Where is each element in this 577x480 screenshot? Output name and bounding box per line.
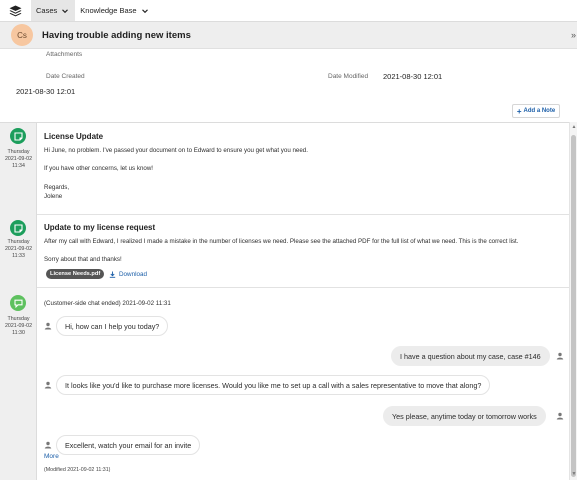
entry-date-value: 2021-09-02 [4, 323, 33, 330]
add-note-button[interactable]: + Add a Note [512, 104, 560, 118]
entry-time: 11:30 [12, 330, 25, 337]
entry-date-value: 2021-09-02 [4, 246, 33, 253]
more-link[interactable]: More [44, 453, 59, 460]
chat-message-customer: I have a question about my case, case #1… [391, 346, 550, 366]
entry-text: Sorry about that and thanks! [44, 256, 122, 263]
chat-message-agent: It looks like you'd like to purchase mor… [56, 375, 491, 395]
entry-text: After my call with Edward, I realized I … [44, 238, 519, 245]
person-icon [44, 322, 52, 330]
date-modified-value: 2021-08-30 12:01 [383, 72, 443, 81]
entry-time: 11:34 [12, 163, 25, 170]
speech-bubble-icon [10, 128, 26, 144]
entry-text: Hi June, no problem. I've passed your do… [44, 147, 308, 154]
chat-message-customer: Yes please, anytime today or tomorrow wo… [383, 406, 546, 426]
scroll-down-arrow-icon[interactable]: ▼ [571, 471, 577, 477]
date-created-value: 2021-08-30 12:01 [16, 87, 76, 96]
page-title: Having trouble adding new items [42, 29, 191, 41]
divider [37, 287, 569, 288]
tab-cases-label: Cases [36, 6, 58, 15]
person-icon [44, 441, 52, 449]
modified-timestamp: (Modified 2021-09-02 11:31) [44, 467, 111, 473]
tab-knowledge-base[interactable]: Knowledge Base [75, 0, 154, 21]
entry-date: Thursday 2021-09-02 11:34 [0, 149, 37, 171]
entry-title: License Update [44, 132, 104, 141]
scrollbar[interactable]: ▲ ▼ [569, 122, 577, 480]
person-icon [556, 352, 564, 360]
speech-bubble-icon [10, 220, 26, 236]
download-icon [109, 271, 116, 278]
entry-text: Jolene [44, 193, 63, 200]
entry-date-value: 2021-09-02 [4, 156, 33, 163]
person-icon [556, 412, 564, 420]
attachments-label: Attachments [46, 51, 83, 58]
add-note-label: Add a Note [523, 108, 556, 114]
entry-day: Thursday [7, 239, 30, 245]
person-icon [44, 381, 52, 389]
scroll-up-arrow-icon[interactable]: ▲ [571, 124, 577, 130]
activity-feed: Thursday 2021-09-02 11:34 License Update… [0, 122, 569, 480]
chevron-down-icon [61, 7, 69, 15]
entry-text: If you have other concerns, let us know! [44, 165, 154, 172]
date-created-label: Date Created [46, 73, 85, 80]
entry-time: 11:33 [12, 253, 25, 260]
entry-text: Regards, [44, 184, 70, 191]
entry-date: Thursday 2021-09-02 11:30 [0, 316, 37, 338]
divider [37, 214, 569, 215]
scrollbar-thumb[interactable] [571, 135, 576, 477]
avatar: Cs [11, 24, 33, 46]
tab-cases[interactable]: Cases [31, 0, 76, 21]
chat-message-agent: Excellent, watch your email for an invit… [56, 435, 201, 455]
chat-message-agent: Hi, how can I help you today? [56, 316, 169, 336]
download-link[interactable]: Download [109, 269, 147, 279]
entry-date: Thursday 2021-09-02 11:33 [0, 239, 37, 261]
chat-header: (Customer-side chat ended) 2021-09-02 11… [44, 300, 171, 307]
chat-icon [10, 295, 26, 311]
date-modified-label: Date Modified [328, 73, 369, 80]
attachment-chip[interactable]: License Needs.pdf [46, 269, 105, 279]
entry-day: Thursday [7, 149, 30, 155]
top-nav: Cases Knowledge Base [0, 0, 577, 22]
plus-icon: + [516, 106, 522, 116]
download-label: Download [119, 270, 148, 278]
double-chevron-right-icon[interactable]: » [571, 30, 576, 40]
chevron-down-icon [141, 7, 149, 15]
entry-day: Thursday [7, 316, 30, 322]
tab-knowledge-base-label: Knowledge Base [80, 6, 137, 15]
entry-title: Update to my license request [44, 223, 156, 232]
layers-icon[interactable] [0, 0, 31, 21]
case-header: Cs Having trouble adding new items » [0, 22, 577, 49]
